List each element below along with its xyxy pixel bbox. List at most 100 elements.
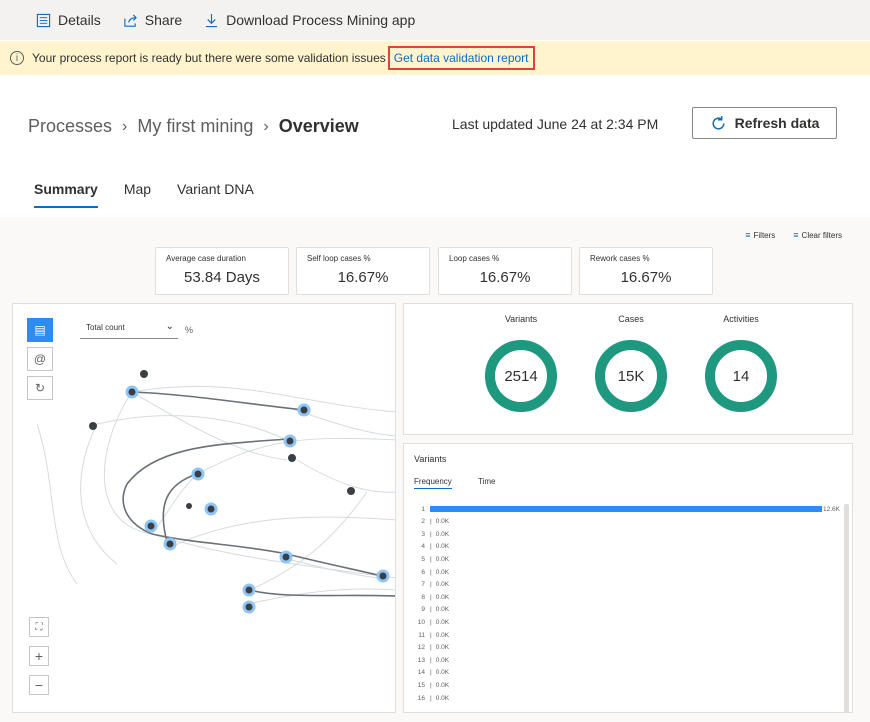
variant-row[interactable]: 12 | 0.0K: [404, 642, 449, 654]
details-button[interactable]: Details: [36, 12, 101, 28]
percent-toggle[interactable]: %: [185, 325, 193, 335]
variant-value: 0.0K: [435, 606, 450, 614]
variant-row[interactable]: 6 | 0.0K: [404, 566, 449, 578]
variant-value: 0.0K: [435, 694, 450, 702]
tab-time[interactable]: Time: [478, 477, 495, 488]
variant-row[interactable]: 15 | 0.0K: [404, 679, 449, 691]
map-view-button[interactable]: ▤: [27, 318, 53, 342]
summary-content: ≡ Filters ≡ Clear filters Average case dur…: [0, 217, 870, 722]
fit-to-screen-button[interactable]: ⛶: [29, 617, 49, 637]
refresh-data-button[interactable]: Refresh data: [692, 107, 837, 139]
variant-value: 0.0K: [435, 581, 450, 589]
variant-separator: |: [430, 593, 432, 601]
stat-title: Activities: [723, 314, 759, 324]
variants-panel: Variants Frequency Time 1 12.6K 2 | 0.0K 3 | 0.…: [403, 443, 853, 713]
variant-index: 15: [417, 681, 425, 689]
variant-value: 12.6K: [823, 505, 840, 513]
variant-row[interactable]: 2 | 0.0K: [404, 516, 449, 528]
filters-button[interactable]: ≡ Filters: [745, 230, 775, 240]
variant-bar: [430, 506, 822, 512]
variant-separator: |: [430, 669, 432, 677]
filter-icon: ≡: [745, 230, 751, 240]
variant-row[interactable]: 11 | 0.0K: [404, 629, 449, 641]
variant-value: 0.0K: [435, 555, 450, 563]
download-label: Download Process Mining app: [226, 12, 416, 28]
tab-frequency[interactable]: Frequency: [414, 477, 452, 489]
variant-index: 13: [417, 656, 425, 664]
variant-index: 10: [417, 618, 425, 626]
variant-value: 0.0K: [435, 618, 450, 626]
variant-value: 0.0K: [435, 568, 450, 576]
breadcrumb-processes[interactable]: Processes: [28, 116, 112, 137]
minus-icon: −: [34, 677, 44, 693]
kpi-value: 53.84 Days: [184, 269, 260, 286]
variant-separator: |: [430, 568, 432, 576]
variant-index: 4: [421, 543, 425, 551]
kpi-value: 16.67%: [337, 269, 389, 286]
filter-bar: ≡ Filters ≡ Clear filters: [745, 230, 842, 240]
variant-separator: |: [430, 518, 432, 526]
zoom-out-button[interactable]: −: [29, 675, 49, 695]
variant-row[interactable]: 14 | 0.0K: [404, 667, 449, 679]
variant-row[interactable]: 16 | 0.0K: [404, 692, 449, 704]
breadcrumb-mining[interactable]: My first mining: [137, 116, 253, 137]
variants-scrollbar[interactable]: [844, 504, 849, 712]
variant-index: 12: [417, 644, 425, 652]
validation-report-link[interactable]: Get data validation report: [387, 46, 535, 70]
variant-row[interactable]: 8 | 0.0K: [404, 591, 449, 603]
variant-value: 0.0K: [435, 518, 450, 526]
stat-value: 15K: [617, 367, 645, 385]
breadcrumb: Processes › My first mining › Overview: [28, 116, 359, 137]
metric-select-value: Total count: [86, 323, 125, 332]
variant-separator: |: [430, 656, 432, 664]
variant-row[interactable]: 10 | 0.0K: [404, 616, 449, 628]
last-updated: Last updated June 24 at 2:34 PM: [452, 116, 659, 132]
kpi-label: Average case duration: [166, 254, 246, 263]
tab-summary[interactable]: Summary: [34, 181, 98, 208]
variant-index: 14: [417, 669, 425, 677]
kpi-card: Self loop cases % 16.67%: [296, 247, 430, 295]
chevron-right-icon: ›: [122, 117, 128, 135]
tab-variant-dna[interactable]: Variant DNA: [177, 181, 254, 208]
variant-row[interactable]: 5 | 0.0K: [404, 553, 449, 565]
kpi-card: Loop cases % 16.67%: [438, 247, 572, 295]
variant-row[interactable]: 3 | 0.0K: [404, 528, 449, 540]
variant-row[interactable]: 9 | 0.0K: [404, 604, 449, 616]
variant-row[interactable]: 7 | 0.0K: [404, 579, 449, 591]
variant-separator: |: [430, 606, 432, 614]
variant-value: 0.0K: [435, 593, 450, 601]
share-label: Share: [144, 12, 183, 28]
share-button[interactable]: Share: [123, 12, 182, 28]
banner-message: Your process report is ready but there w…: [32, 51, 386, 65]
clear-filters-button[interactable]: ≡ Clear filters: [793, 230, 842, 240]
metric-select[interactable]: Total count ⌄: [80, 320, 178, 339]
chevron-right-icon: ›: [263, 117, 269, 135]
zoom-in-button[interactable]: +: [29, 646, 49, 666]
variant-index: 8: [421, 593, 425, 601]
variant-index: 9: [421, 606, 425, 614]
variant-row[interactable]: 13 | 0.0K: [404, 654, 449, 666]
tab-map[interactable]: Map: [124, 181, 151, 208]
variant-row[interactable]: 4 | 0.0K: [404, 541, 449, 553]
kpi-label: Rework cases %: [590, 254, 650, 263]
variant-value: 0.0K: [435, 631, 450, 639]
variant-index: 1: [421, 505, 425, 513]
stat-title: Variants: [504, 314, 538, 324]
variant-row[interactable]: 1 12.6K: [404, 503, 840, 515]
variant-value: 0.0K: [435, 644, 450, 652]
download-icon: [206, 13, 218, 27]
stat-activities: Activities 14: [696, 314, 786, 412]
page-tabs: Summary Map Variant DNA: [34, 181, 254, 208]
breadcrumb-current: Overview: [278, 116, 359, 136]
download-app-button[interactable]: Download Process Mining app: [204, 12, 415, 28]
refresh-icon: [712, 115, 725, 130]
chevron-down-icon: ⌄: [165, 321, 174, 332]
fit-screen-icon: ⛶: [35, 621, 43, 633]
kpi-label: Loop cases %: [449, 254, 500, 263]
stat-title: Cases: [618, 314, 644, 324]
variant-separator: |: [430, 530, 432, 538]
process-map-graph[interactable]: [37, 364, 396, 614]
variant-separator: |: [430, 555, 432, 563]
validation-banner: i Your process report is ready but there…: [0, 41, 870, 75]
variants-title: Variants: [414, 454, 447, 464]
